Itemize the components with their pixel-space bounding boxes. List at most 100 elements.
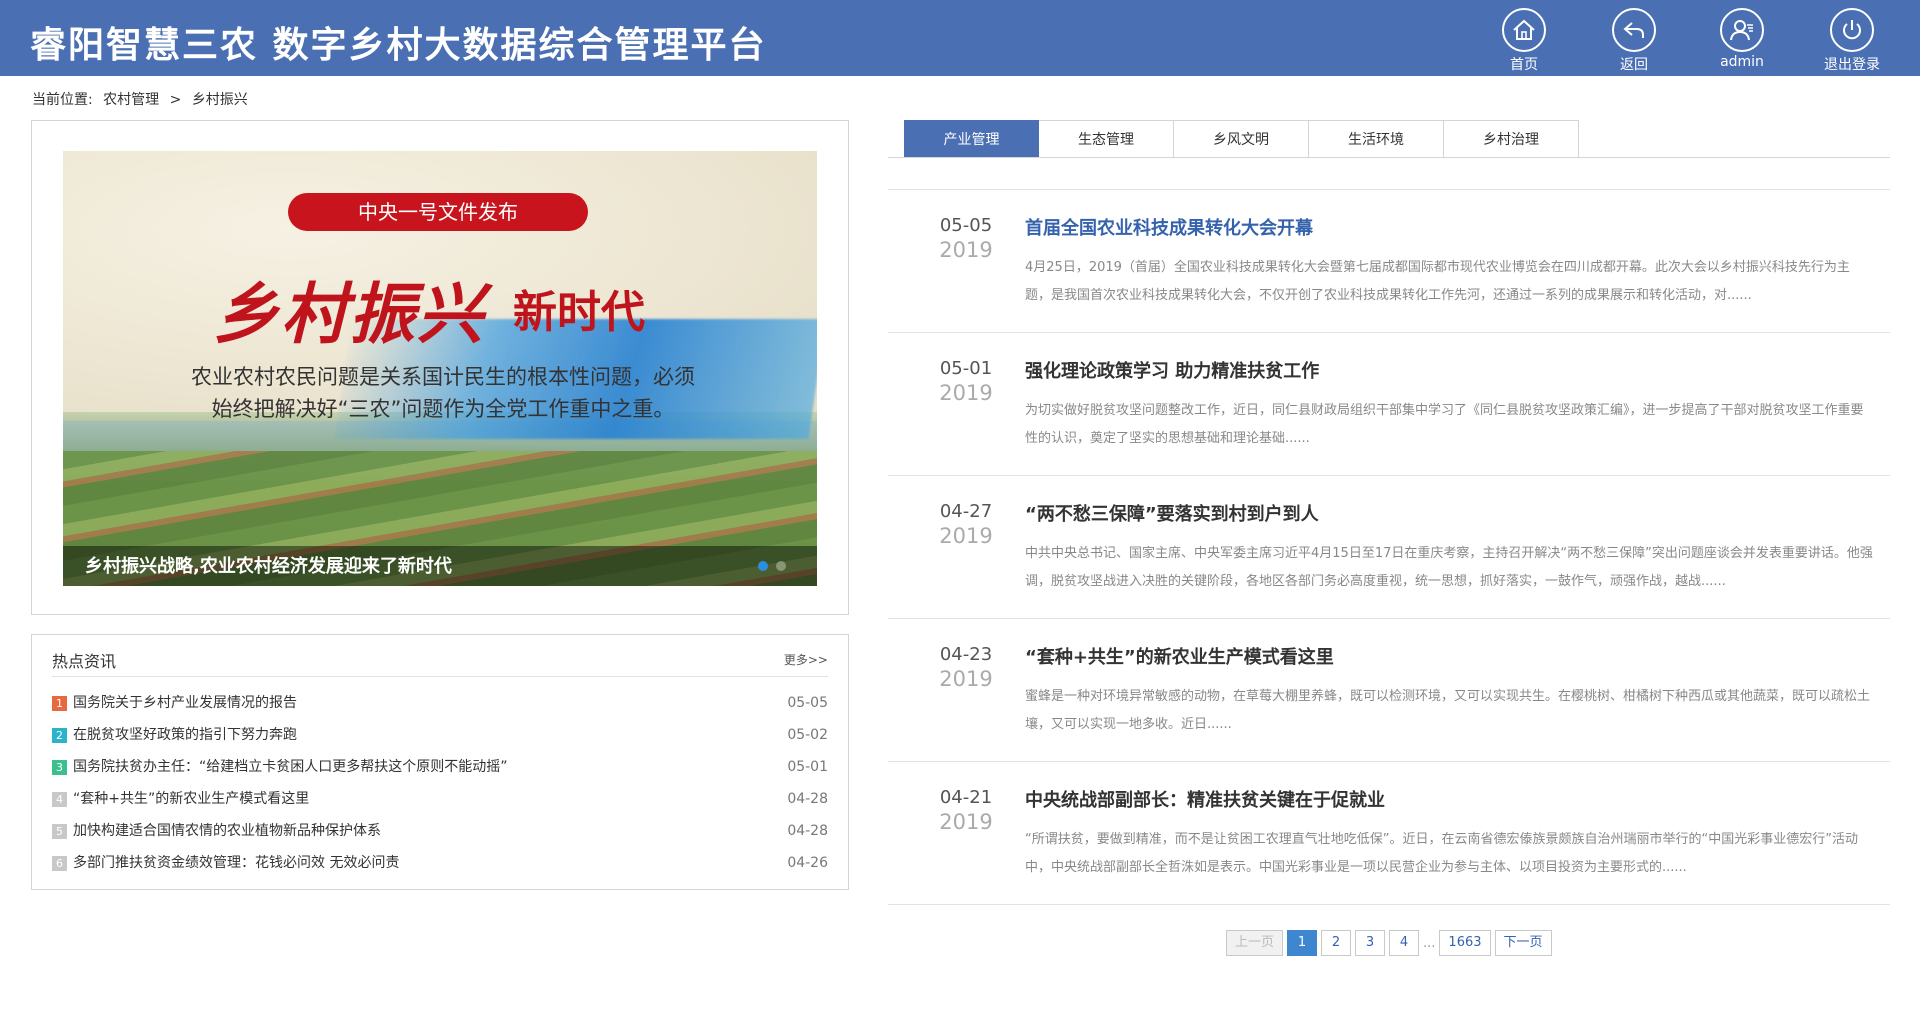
- page-button[interactable]: 3: [1355, 930, 1386, 956]
- hot-news-item[interactable]: 2 在脱贫攻坚好政策的指引下努力奔跑 05-02: [52, 719, 828, 751]
- banner-subtext: 农业农村农民问题是关系国计民生的根本性问题，必须 始终把解决好“三农”问题作为全…: [173, 361, 713, 425]
- banner-subtext-line1: 农业农村农民问题是关系国计民生的根本性问题，必须: [191, 365, 695, 389]
- tab-1[interactable]: 产业管理: [904, 120, 1039, 158]
- hot-news-date: 04-28: [787, 791, 828, 807]
- banner-headline-main: 乡村振兴: [213, 275, 485, 353]
- hot-news-date: 05-02: [787, 727, 828, 743]
- banner-caption: 乡村振兴战略,农业农村经济发展迎来了新时代: [85, 556, 452, 577]
- home-icon: [1502, 8, 1546, 52]
- article-summary: 4月25日，2019（首届）全国农业科技成果转化大会暨第七届成都国际都市现代农业…: [1025, 260, 1850, 303]
- hot-news-date: 04-26: [787, 855, 828, 871]
- banner-headline-side: 新时代: [513, 287, 645, 338]
- page-button[interactable]: 2: [1321, 930, 1352, 956]
- article-year: 2019: [939, 381, 993, 405]
- next-page-button[interactable]: 下一页: [1494, 930, 1552, 956]
- article-summary: 中共中央总书记、国家主席、中央军委主席习近平4月15日至17日在重庆考察，主持召…: [1025, 546, 1873, 589]
- article-title[interactable]: 中央统战部副部长：精准扶贫关键在于促就业: [1025, 786, 1385, 812]
- hot-news-item[interactable]: 4 “套种+共生”的新农业生产模式看这里 04-28: [52, 783, 828, 815]
- breadcrumb: 当前位置: 农村管理 > 乡村振兴: [32, 89, 254, 109]
- article-item: 05-05 2019 首届全国农业科技成果转化大会开幕 4月25日，2019（首届）全…: [888, 190, 1890, 333]
- article-year: 2019: [939, 524, 993, 548]
- pagination-ellipsis: ...: [1423, 935, 1436, 951]
- back-button[interactable]: 返回: [1594, 8, 1674, 73]
- user-label: admin: [1720, 54, 1764, 70]
- article-year: 2019: [939, 810, 993, 834]
- breadcrumb-separator: >: [169, 92, 182, 108]
- user-icon: [1720, 8, 1764, 52]
- hot-news-more-link[interactable]: 更多>>: [784, 651, 828, 668]
- article-date: 04-23: [939, 644, 993, 665]
- tab-5[interactable]: 乡村治理: [1444, 120, 1579, 158]
- breadcrumb-level2[interactable]: 乡村振兴: [192, 92, 248, 108]
- article-date: 05-05: [939, 215, 993, 236]
- hot-news-list: 1 国务院关于乡村产业发展情况的报告 05-05 2 在脱贫攻坚好政策的指引下努力奔跑 0…: [52, 687, 828, 879]
- hot-news-date: 05-05: [787, 695, 828, 711]
- article-item: 04-27 2019 “两不愁三保障”要落实到村到户到人中共中央总书记、国家主席、中…: [888, 476, 1890, 619]
- hot-news-title: 热点资讯: [52, 652, 117, 671]
- hot-news-panel: 热点资讯 更多>> 1 国务院关于乡村产业发展情况的报告 05-05 2 在脱贫攻坚好政…: [31, 634, 849, 890]
- hot-news-text: 多部门推扶贫资金绩效管理：花钱必问效 无效必问责: [73, 855, 400, 871]
- home-label: 首页: [1510, 57, 1538, 73]
- tab-3[interactable]: 乡风文明: [1174, 120, 1309, 158]
- banner-slide[interactable]: 中央一号文件发布 乡村振兴 新时代 农业农村农民问题是关系国计民生的根本性问题，…: [63, 151, 817, 586]
- hot-news-header: 热点资讯 更多>>: [52, 647, 828, 677]
- banner-subtext-line2: 始终把解决好“三农”问题作为全党工作重中之重。: [211, 397, 675, 421]
- page-button[interactable]: 4: [1389, 930, 1420, 956]
- article-item: 04-21 2019 中央统战部副部长：精准扶贫关键在于促就业 “所谓扶贫，要做到精准…: [888, 762, 1890, 905]
- hot-news-date: 04-28: [787, 823, 828, 839]
- pagination: 上一页 1 2 3 4... 1663 下一页: [1226, 930, 1556, 956]
- prev-page-button[interactable]: 上一页: [1226, 930, 1284, 956]
- article-date: 04-21: [939, 787, 993, 808]
- article-title[interactable]: 强化理论政策学习 助力精准扶贫工作: [1025, 357, 1319, 383]
- hot-news-item[interactable]: 5 加快构建适合国情农情的农业植物新品种保护体系 04-28: [52, 815, 828, 847]
- hot-news-rank-badge: 5: [52, 823, 67, 839]
- hot-news-text: “套种+共生”的新农业生产模式看这里: [73, 791, 310, 807]
- hot-news-item[interactable]: 1 国务院关于乡村产业发展情况的报告 05-05: [52, 687, 828, 719]
- back-icon: [1612, 8, 1656, 52]
- home-button[interactable]: 首页: [1484, 8, 1564, 73]
- carousel-dot-1[interactable]: [758, 561, 768, 571]
- article-item: 04-23 2019 “套种+共生”的新农业生产模式看这里蜜蜂是一种对环境异常敏感的…: [888, 619, 1890, 762]
- app-title: 睿阳智慧三农 数字乡村大数据综合管理平台: [30, 25, 767, 66]
- article-title[interactable]: “套种+共生”的新农业生产模式看这里: [1025, 643, 1334, 669]
- hot-news-date: 05-01: [787, 759, 828, 775]
- logout-button[interactable]: 退出登录: [1812, 8, 1892, 73]
- page-button[interactable]: 1: [1287, 930, 1318, 956]
- hot-news-item[interactable]: 3 国务院扶贫办主任：“给建档立卡贫困人口更多帮扶这个原则不能动摇” 05-01: [52, 751, 828, 783]
- article-item: 05-01 2019 强化理论政策学习 助力精准扶贫工作 为切实做好脱贫攻坚问题整改…: [888, 333, 1890, 476]
- carousel-dot-2[interactable]: [776, 561, 786, 571]
- article-title[interactable]: 首届全国农业科技成果转化大会开幕: [1025, 214, 1313, 240]
- banner-pill: 中央一号文件发布: [288, 193, 588, 231]
- article-date: 04-27: [939, 501, 993, 522]
- hot-news-item[interactable]: 6 多部门推扶贫资金绩效管理：花钱必问效 无效必问责 04-26: [52, 847, 828, 879]
- tab-2[interactable]: 生态管理: [1039, 120, 1174, 158]
- hot-news-rank-badge: 1: [52, 695, 67, 711]
- tab-4[interactable]: 生活环境: [1309, 120, 1444, 158]
- power-icon: [1830, 8, 1874, 52]
- hot-news-text: 国务院扶贫办主任：“给建档立卡贫困人口更多帮扶这个原则不能动摇”: [73, 759, 508, 775]
- hot-news-text: 在脱贫攻坚好政策的指引下努力奔跑: [73, 727, 297, 743]
- hot-news-text: 加快构建适合国情农情的农业植物新品种保护体系: [73, 823, 381, 839]
- article-year: 2019: [939, 238, 993, 262]
- hot-news-rank-badge: 3: [52, 759, 67, 775]
- article-title[interactable]: “两不愁三保障”要落实到村到户到人: [1025, 500, 1319, 526]
- logout-label: 退出登录: [1824, 57, 1880, 73]
- hot-news-text: 国务院关于乡村产业发展情况的报告: [73, 695, 297, 711]
- category-tabs: 产业管理 生态管理 乡风文明 生活环境 乡村治理: [904, 120, 1579, 158]
- last-page-button[interactable]: 1663: [1439, 930, 1491, 956]
- article-date: 05-01: [939, 358, 993, 379]
- hot-news-rank-badge: 6: [52, 855, 67, 871]
- carousel-panel: 中央一号文件发布 乡村振兴 新时代 农业农村农民问题是关系国计民生的根本性问题，…: [31, 120, 849, 615]
- user-button[interactable]: admin: [1702, 8, 1782, 72]
- back-label: 返回: [1620, 57, 1648, 73]
- article-summary: 蜜蜂是一种对环境异常敏感的动物，在草莓大棚里养蜂，既可以检测环境，又可以实现共生…: [1025, 689, 1871, 732]
- article-summary: “所谓扶贫，要做到精准，而不是让贫困工农理直气壮地吃低保”。近日，在云南省德宏傣…: [1025, 832, 1858, 875]
- breadcrumb-prefix: 当前位置:: [32, 92, 93, 108]
- hot-news-rank-badge: 2: [52, 727, 67, 743]
- top-header: 睿阳智慧三农 数字乡村大数据综合管理平台 首页 返回 admin 退出登录: [0, 0, 1920, 76]
- breadcrumb-level1[interactable]: 农村管理: [103, 92, 159, 108]
- tabs-divider: [888, 157, 1890, 158]
- article-year: 2019: [939, 667, 993, 691]
- article-summary: 为切实做好脱贫攻坚问题整改工作，近日，同仁县财政局组织干部集中学习了《同仁县脱贫…: [1025, 403, 1864, 446]
- hot-news-rank-badge: 4: [52, 791, 67, 807]
